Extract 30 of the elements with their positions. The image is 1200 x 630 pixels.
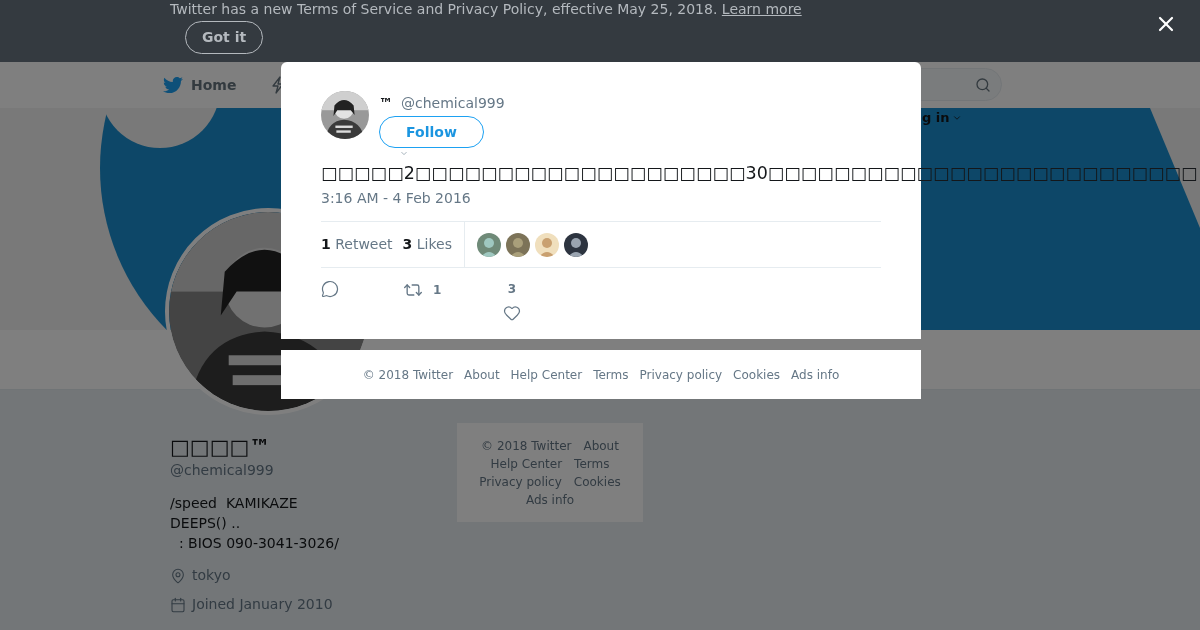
notice-text: Twitter has a new Terms of Service and Privacy Policy, effective May 25, 2018. Learn more (170, 0, 803, 18)
footer-link[interactable]: © 2018 Twitter (481, 437, 572, 455)
profile-handle: @chemical999 (170, 461, 275, 480)
profile-name: □□□□™ (170, 434, 272, 460)
footer-link[interactable]: Help Center (490, 455, 563, 473)
joined-date: Joined January 2010 (192, 595, 333, 614)
footer-link[interactable]: © 2018 Twitter (362, 365, 454, 384)
home-tab[interactable]: Home (163, 74, 237, 96)
footer-link[interactable]: Ads info (791, 365, 840, 384)
bird-icon (163, 75, 183, 95)
footer-link[interactable]: Help Center (510, 365, 583, 384)
learn-more-link[interactable]: Learn more (721, 1, 802, 17)
footer-link[interactable]: Privacy policy (639, 365, 723, 384)
bio-line: DEEPS() .. (170, 514, 242, 533)
footer-link[interactable]: About (464, 365, 500, 384)
calendar-icon (170, 596, 186, 613)
footer-link[interactable]: Ads info (525, 491, 575, 509)
footer-link[interactable]: Terms (593, 365, 629, 384)
search-icon (975, 76, 991, 93)
location-icon (170, 567, 186, 584)
footer-link[interactable]: About (583, 437, 619, 455)
footer-link[interactable]: Terms (574, 455, 610, 473)
bio-line: /speed KAMIKAZE (170, 494, 299, 513)
tweet-author-handle: @chemical999 (401, 94, 505, 113)
tweet-author-name: ™ (379, 94, 393, 113)
footer-link[interactable]: Privacy policy (479, 473, 562, 491)
footer-link[interactable]: Cookies (573, 473, 621, 491)
bio-line: : BIOS 090-3041-3026/ (177, 534, 340, 553)
location-text: tokyo (192, 566, 231, 585)
footer-link[interactable]: Cookies (733, 365, 781, 384)
